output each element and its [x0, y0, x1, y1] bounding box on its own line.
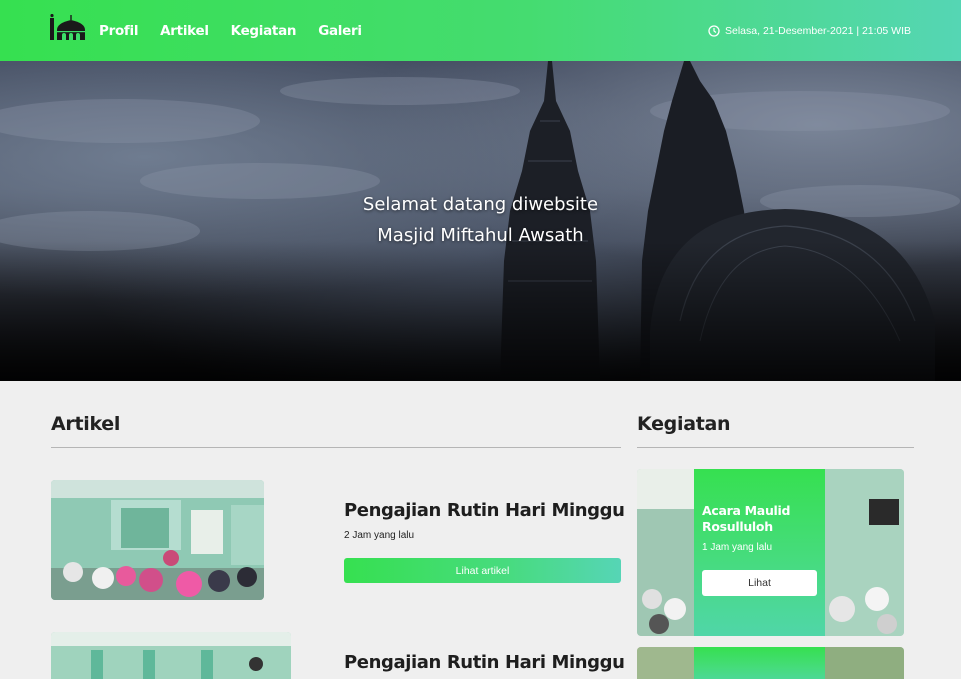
hero-welcome-text: Selamat datang diwebsite Masjid Miftahul…	[0, 189, 961, 251]
hero-banner: Selamat datang diwebsite Masjid Miftahul…	[0, 61, 961, 381]
hero-line-2: Masjid Miftahul Awsath	[377, 225, 584, 246]
datetime-text: Selasa, 21-Desember-2021 | 21:05 WIB	[725, 24, 911, 37]
article-time: 2 Jam yang lalu	[344, 530, 415, 541]
top-navbar: Profil Artikel Kegiatan Galeri Selasa, 2…	[0, 0, 961, 61]
hero-line-1: Selamat datang diwebsite	[362, 194, 599, 215]
event-card[interactable]: Acara Maulid Rosulluloh 1 Jam yang lalu …	[637, 469, 904, 636]
view-event-button[interactable]: Lihat	[702, 570, 817, 596]
event-title[interactable]: Acara Maulid Rosulluloh	[702, 503, 822, 535]
nav-link-artikel[interactable]: Artikel	[160, 23, 209, 39]
event-info-panel	[694, 647, 825, 679]
event-card[interactable]	[637, 647, 904, 679]
artikel-heading: Artikel	[51, 413, 121, 435]
nav-link-kegiatan[interactable]: Kegiatan	[231, 23, 297, 39]
article-title[interactable]: Pengajian Rutin Hari Minggu	[344, 652, 625, 673]
nav-link-galeri[interactable]: Galeri	[318, 23, 362, 39]
nav-link-profil[interactable]: Profil	[99, 23, 138, 39]
view-article-button[interactable]: Lihat artikel	[344, 558, 621, 583]
datetime-display: Selasa, 21-Desember-2021 | 21:05 WIB	[708, 0, 911, 61]
event-info-panel: Acara Maulid Rosulluloh 1 Jam yang lalu …	[694, 469, 825, 636]
article-title[interactable]: Pengajian Rutin Hari Minggu	[344, 500, 625, 521]
mosque-logo-icon[interactable]	[50, 14, 86, 42]
article-thumbnail[interactable]	[51, 480, 264, 600]
artikel-divider	[51, 447, 621, 448]
kegiatan-divider	[637, 447, 914, 448]
clock-icon	[708, 24, 720, 37]
event-time: 1 Jam yang lalu	[702, 542, 773, 553]
kegiatan-heading: Kegiatan	[637, 413, 731, 435]
article-thumbnail[interactable]	[51, 632, 291, 679]
